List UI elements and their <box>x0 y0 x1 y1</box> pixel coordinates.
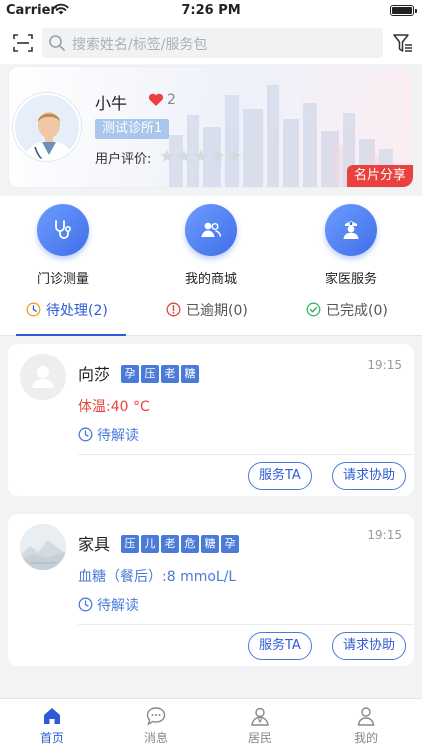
star-icon <box>177 149 191 162</box>
pending-status: 待解读 <box>78 595 139 615</box>
check-circle-icon <box>306 302 321 317</box>
heart-icon[interactable] <box>148 93 164 107</box>
home-icon <box>44 708 60 724</box>
search-header: 搜索姓名/标签/服务包 <box>0 22 422 64</box>
quick-action-label: 家医服务 <box>324 272 377 287</box>
resident-tag: 压 <box>121 535 139 553</box>
measurement-value: 血糖（餐后）:8 mmoL/L <box>78 569 237 585</box>
task-time: 19:15 <box>367 358 402 372</box>
landscape-avatar-icon <box>20 524 66 570</box>
quick-action-family-doctor[interactable]: 家医服务 <box>296 202 406 288</box>
star-icon <box>211 149 225 162</box>
nav-home[interactable]: 首页 <box>22 705 82 747</box>
pending-status: 待解读 <box>78 425 139 445</box>
clinic-tag: 测试诊所1 <box>95 119 170 139</box>
star-icon <box>160 149 174 162</box>
task-card[interactable]: 向莎 孕压老糖 19:15 体温:40 °C 待解读 服务TA 请求协助 <box>8 344 414 496</box>
divider <box>78 624 414 625</box>
rating-label: 用户评价: <box>95 152 152 167</box>
user-icon <box>357 707 375 726</box>
profile-card[interactable]: 小牛 2 测试诊所1 用户评价: 名片分享 <box>8 66 414 188</box>
doctor-portrait-icon <box>15 95 79 159</box>
resident-tags: 压儿老危糖孕 <box>121 532 241 553</box>
rating-stars <box>160 148 245 162</box>
nav-label: 首页 <box>39 731 64 745</box>
resident-tag: 老 <box>161 365 179 383</box>
resident-name: 家具 <box>78 535 111 554</box>
search-placeholder: 搜索姓名/标签/服务包 <box>72 37 208 53</box>
search-icon <box>49 35 65 51</box>
quick-action-label: 我的商城 <box>184 272 237 287</box>
resident-tag: 孕 <box>121 365 139 383</box>
resident-name: 向莎 <box>78 365 111 384</box>
scan-icon[interactable] <box>12 32 34 54</box>
resident-tag: 老 <box>161 535 179 553</box>
tab-completed[interactable]: 已完成(0) <box>306 300 388 324</box>
active-tab-indicator <box>16 334 126 336</box>
tab-label: 待处理(2) <box>46 303 108 319</box>
doctor-name: 小牛 <box>95 94 128 113</box>
resident-avatar <box>20 354 66 400</box>
stethoscope-icon <box>37 204 89 256</box>
resident-tag: 糖 <box>201 535 219 553</box>
status-bar: Carrier 7:26 PM <box>0 0 422 22</box>
share-card-button[interactable]: 名片分享 <box>346 165 413 187</box>
nav-label: 消息 <box>143 731 168 745</box>
resident-avatar <box>20 524 66 570</box>
serve-button[interactable]: 服务TA <box>248 632 312 660</box>
nav-label: 我的 <box>353 731 378 745</box>
divider <box>78 454 414 455</box>
tab-overdue[interactable]: 已逾期(0) <box>166 300 248 324</box>
like-count: 2 <box>167 92 176 108</box>
tab-label: 已逾期(0) <box>186 303 248 319</box>
clock-time: 7:26 PM <box>181 3 241 18</box>
battery-icon <box>390 5 417 16</box>
search-input[interactable]: 搜索姓名/标签/服务包 <box>42 28 383 58</box>
doctor-avatar[interactable] <box>13 93 81 161</box>
task-time: 19:15 <box>367 528 402 542</box>
pending-label: 待解读 <box>97 598 139 614</box>
star-icon <box>228 149 242 162</box>
serve-button[interactable]: 服务TA <box>248 462 312 490</box>
nav-label: 居民 <box>247 731 272 745</box>
hourglass-icon <box>26 302 41 317</box>
people-icon <box>185 204 237 256</box>
status-tabs: 待处理(2) 已逾期(0) 已完成(0) <box>0 288 422 336</box>
request-help-button[interactable]: 请求协助 <box>332 462 407 490</box>
quick-action-label: 门诊测量 <box>36 272 89 287</box>
nav-messages[interactable]: 消息 <box>126 705 186 747</box>
tab-label: 已完成(0) <box>326 303 388 319</box>
quick-action-clinic-measure[interactable]: 门诊测量 <box>8 202 118 288</box>
nurse-icon <box>325 204 377 256</box>
residents-icon <box>251 707 269 726</box>
quick-actions: 门诊测量 我的商城 家医服务 <box>0 196 422 288</box>
bottom-nav: 首页 消息 居民 我的 <box>0 698 422 750</box>
resident-tag: 危 <box>181 535 199 553</box>
clock-icon <box>78 597 93 612</box>
nav-mine[interactable]: 我的 <box>336 705 396 747</box>
resident-tags: 孕压老糖 <box>121 362 201 383</box>
measurement-value: 体温:40 °C <box>78 399 150 415</box>
quick-action-my-mall[interactable]: 我的商城 <box>156 202 266 288</box>
clock-icon <box>78 427 93 442</box>
tab-pending[interactable]: 待处理(2) <box>26 300 108 324</box>
resident-tag: 儿 <box>141 535 159 553</box>
default-user-icon <box>20 354 66 400</box>
filter-icon[interactable] <box>392 32 414 54</box>
nav-residents[interactable]: 居民 <box>230 705 290 747</box>
star-icon <box>194 149 208 162</box>
resident-tag: 孕 <box>221 535 239 553</box>
chat-icon <box>146 707 166 726</box>
request-help-button[interactable]: 请求协助 <box>332 632 407 660</box>
warning-circle-icon <box>166 302 181 317</box>
task-card[interactable]: 家具 压儿老危糖孕 19:15 血糖（餐后）:8 mmoL/L 待解读 服务TA… <box>8 514 414 666</box>
pending-label: 待解读 <box>97 428 139 444</box>
resident-tag: 压 <box>141 365 159 383</box>
resident-tag: 糖 <box>181 365 199 383</box>
